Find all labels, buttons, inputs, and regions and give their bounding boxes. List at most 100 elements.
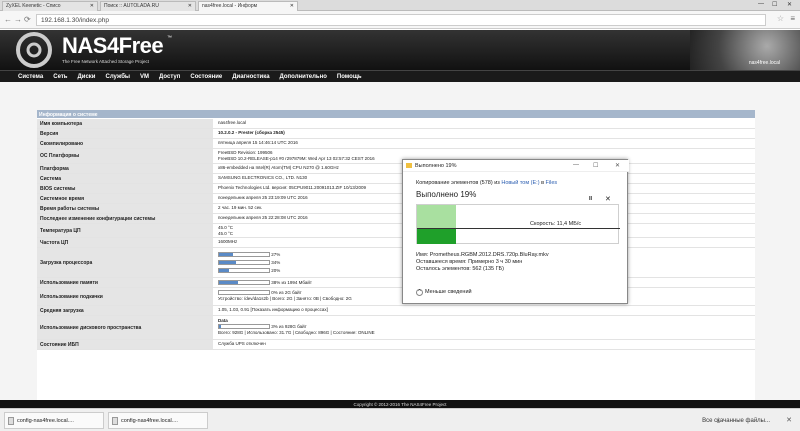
table-row: Версия 10.2.0.2 - Prester (сборка 2545) (37, 129, 755, 139)
download-item[interactable]: config-nas4free.local.... (108, 412, 208, 429)
bar-fill (219, 269, 229, 273)
close-tab-icon[interactable]: ✕ (290, 3, 294, 9)
menu-item-vm[interactable]: VM (140, 74, 149, 80)
row-value-2: Устройство: /dev/da1s2b | Всего: 2G | За… (218, 296, 352, 301)
close-tab-icon[interactable]: ✕ (188, 3, 192, 9)
close-tab-icon[interactable]: ✕ (90, 3, 94, 9)
memory-bar (218, 280, 270, 286)
hostname-label: nas4free.local (748, 60, 780, 66)
menu-item-system[interactable]: Система (18, 74, 43, 80)
row-label: Последнее изменение конфигурации системы (37, 214, 213, 223)
download-item[interactable]: config-nas4free.local.... (4, 412, 104, 429)
close-dialog-icon[interactable]: ✕ (615, 162, 620, 169)
pause-button[interactable]: II (589, 196, 592, 202)
browser-tab[interactable]: ZyXEL Keenetic - Списо ✕ (2, 1, 98, 11)
bookmark-star-icon[interactable]: ☆ (777, 14, 784, 23)
maximize-icon[interactable]: ☐ (772, 1, 777, 8)
table-row: Использование памяти 38% из 1994 Мбайт (37, 278, 755, 288)
row-label: Системное время (37, 194, 213, 203)
table-row: Скомпилировано пятница апреля 15 14:46:14… (37, 139, 755, 149)
menu-item-network[interactable]: Сеть (53, 74, 67, 80)
back-icon[interactable]: ← (4, 15, 12, 24)
tab-title: Поиск :: AUTOLADA.RU (104, 3, 159, 9)
menu-item-disks[interactable]: Диски (77, 74, 95, 80)
row-value: 10.2.0.2 - Prester (сборка 2545) (218, 130, 285, 135)
file-icon (112, 417, 118, 425)
browser-tab[interactable]: Поиск :: AUTOLADA.RU ✕ (100, 1, 196, 11)
row-label: Использование памяти (37, 278, 213, 287)
maximize-icon[interactable]: ☐ (593, 162, 598, 169)
menu-item-diagnostics[interactable]: Диагностика (232, 74, 269, 80)
row-label: ОС Платформы (37, 149, 213, 163)
footer-copyright: Copyright © 2012-2016 The NAS4Free Proje… (0, 400, 800, 408)
less-details-button[interactable]: ^ Меньше сведений (416, 289, 472, 296)
destination-link[interactable]: Files (546, 180, 558, 186)
row-label: Версия (37, 129, 213, 138)
copy-details: Имя: Prometheus.RGBM.2012.DRS.720p.BluRa… (416, 252, 549, 273)
menu-item-access[interactable]: Доступ (159, 74, 180, 80)
bar-fill (219, 281, 238, 285)
bar-fill (219, 253, 233, 257)
table-row: Время работы системы 2 час. 19 мин. 52 се… (37, 204, 755, 214)
minimize-icon[interactable]: — (758, 1, 764, 7)
menu-item-help[interactable]: Помощь (337, 74, 362, 80)
table-row: BIOS системы Phoenix Technologies Ltd. ве… (37, 184, 755, 194)
nas4free-logo[interactable]: NAS4Free ™ The Free Network Attached Sto… (14, 32, 174, 68)
less-details-label: Меньше сведений (425, 289, 472, 295)
row-label: Время работы системы (37, 204, 213, 213)
url-input[interactable]: 192.168.1.30/index.php (36, 14, 766, 26)
dialog-titlebar: Выполнено 19% — ☐ ✕ (403, 160, 629, 172)
logo-disk-icon (16, 32, 52, 68)
speed-line (417, 228, 620, 229)
copy-to-word: в (541, 180, 544, 186)
close-downloads-icon[interactable]: ✕ (786, 416, 792, 424)
percent-done-label: Выполнено 19% (416, 190, 477, 199)
row-label: Платформа (37, 164, 213, 173)
browser-menu-icon[interactable]: ≡ (790, 14, 795, 23)
browser-tab-active[interactable]: nas4free.local - Информ ✕ (198, 1, 298, 11)
row-value-2: FreeBSD 10.2-RELEASE-p14 #0 r297879M: We… (218, 156, 375, 161)
cpu-load-bar (218, 252, 270, 258)
row-value: 2 час. 19 мин. 52 сек. (218, 205, 263, 210)
row-value: пятница апреля 15 14:46:14 UTC 2016 (218, 140, 298, 145)
table-row: Использование дискового пространства Data… (37, 316, 755, 340)
bar-text: 27% (271, 252, 281, 257)
file-icon (8, 417, 14, 425)
row-value: nas4free.local (218, 120, 247, 125)
copy-progress-dialog: Выполнено 19% — ☐ ✕ Копирование элементо… (402, 159, 629, 304)
minimize-icon[interactable]: — (573, 162, 579, 168)
logo-tm: ™ (167, 35, 172, 41)
table-row: Имя компьютера nas4free.local (37, 119, 755, 129)
download-filename: config-nas4free.local.... (121, 418, 178, 424)
row-value[interactable]: 1.05, 1.03, 0.91 [Показать информацию о … (218, 307, 328, 313)
menu-item-advanced[interactable]: Дополнительно (280, 74, 327, 80)
table-row: Платформа x86-embedded на Intel(R) Atom(T… (37, 164, 755, 174)
browser-tabbar: ZyXEL Keenetic - Списо ✕ Поиск :: AUTOLAD… (0, 0, 800, 11)
bar-text: 20% (271, 268, 281, 273)
row-label: Скомпилировано (37, 139, 213, 148)
progress-fill-upper (417, 205, 456, 228)
row-label: Средняя загрузка (37, 306, 213, 315)
reload-icon[interactable]: ⟳ (24, 15, 31, 24)
folder-icon (406, 163, 412, 168)
row-label: Использование подкачки (37, 288, 213, 305)
source-link[interactable]: Новый том (E:) (501, 180, 539, 186)
row-value-2: 45.0 °C (218, 231, 234, 236)
row-label: BIOS системы (37, 184, 213, 193)
menu-item-status[interactable]: Состояние (190, 74, 222, 80)
tab-title: ZyXEL Keenetic - Списо (6, 3, 61, 9)
bar-fill (219, 325, 221, 329)
row-value: понедельник апреля 25 23:19:09 UTC 2016 (218, 195, 308, 200)
table-row: Состояние ИБП Служба UPS отключен (37, 340, 755, 350)
row-label: Состояние ИБП (37, 340, 213, 349)
file-name: Имя: Prometheus.RGBM.2012.DRS.720p.BluRa… (416, 252, 549, 258)
table-row: Средняя загрузка 1.05, 1.03, 0.91 [Показа… (37, 306, 755, 316)
system-info-heading: Информация о системе (37, 110, 755, 118)
cancel-copy-icon[interactable]: ✕ (605, 195, 611, 203)
show-all-downloads-link[interactable]: Все скачанные файлы... (702, 418, 770, 424)
dialog-title: Выполнено 19% (415, 163, 457, 169)
forward-icon[interactable]: → (14, 15, 22, 24)
table-row: Система SAMSUNG ELECTRONICS CO., LTD. N13… (37, 174, 755, 184)
close-window-icon[interactable]: ✕ (787, 1, 792, 8)
menu-item-services[interactable]: Службы (105, 74, 130, 80)
